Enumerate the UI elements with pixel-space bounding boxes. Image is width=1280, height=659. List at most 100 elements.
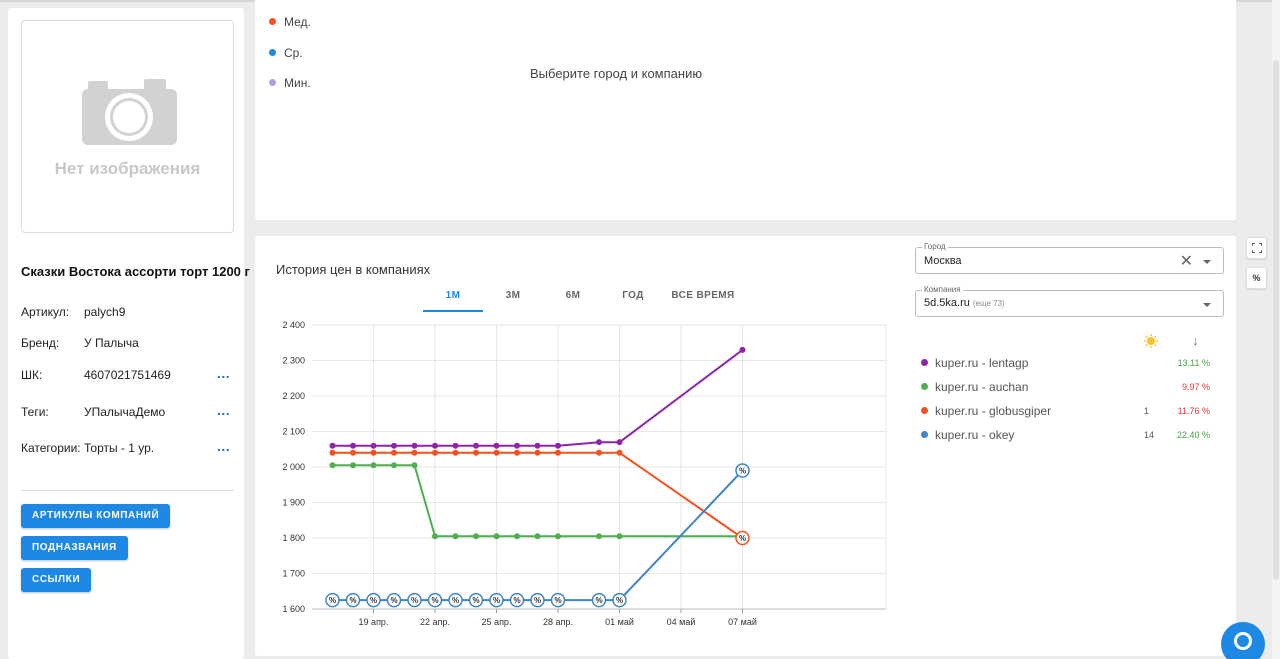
- empty-state-message: Выберите город и компанию: [530, 66, 703, 81]
- data-point: [452, 533, 459, 540]
- company-count: 14: [1144, 430, 1155, 440]
- data-point: [432, 442, 438, 449]
- property-value: palych9: [84, 305, 126, 319]
- y-tick-label: 1 600: [282, 604, 305, 614]
- data-point: [514, 442, 520, 449]
- active-tab-indicator: [423, 310, 483, 312]
- company-name: kuper.ru - okey: [935, 428, 1015, 442]
- data-point: [616, 449, 623, 456]
- percent-toggle-button[interactable]: %: [1246, 267, 1267, 289]
- data-point: [596, 449, 602, 456]
- clear-icon[interactable]: ✕: [1180, 251, 1193, 271]
- data-point: [391, 442, 397, 449]
- sun-icon[interactable]: [1144, 334, 1158, 348]
- legend-item-min: Мин.: [269, 76, 311, 90]
- legend-dot: [269, 79, 276, 86]
- x-tick-label: 07 май: [728, 617, 757, 627]
- y-tick-label: 2 400: [282, 320, 305, 330]
- fullscreen-icon: [1250, 242, 1263, 254]
- company-color-dot: [921, 431, 928, 438]
- tab-1m[interactable]: 1М: [423, 290, 483, 312]
- barcode-more-button[interactable]: ...: [217, 365, 230, 381]
- x-tick-label: 25 апр.: [482, 617, 512, 627]
- chevron-down-icon[interactable]: [1203, 303, 1211, 307]
- promo-marker-label: %: [739, 467, 746, 476]
- legend-label: Мин.: [284, 76, 311, 90]
- company-percent: 9.97 %: [1181, 382, 1210, 392]
- links-button[interactable]: ССЫЛКИ: [21, 568, 92, 592]
- chat-button[interactable]: [1221, 622, 1265, 659]
- city-select[interactable]: Город Москва ✕: [915, 242, 1224, 274]
- company-percent: 22.40 %: [1176, 430, 1210, 440]
- data-point: [329, 462, 336, 469]
- tab-6m[interactable]: 6М: [543, 290, 603, 312]
- tab-year[interactable]: ГОД: [603, 290, 663, 312]
- promo-marker-label: %: [513, 596, 520, 605]
- company-color-dot: [921, 359, 928, 366]
- data-point: [350, 462, 356, 469]
- promo-marker-label: %: [329, 596, 336, 605]
- data-point: [596, 439, 602, 446]
- data-point: [493, 449, 500, 456]
- promo-marker-label: %: [431, 596, 438, 605]
- y-tick-label: 2 000: [282, 462, 305, 472]
- data-point: [473, 449, 479, 456]
- data-point: [473, 533, 479, 540]
- data-point: [370, 462, 377, 469]
- data-point: [391, 449, 397, 456]
- camera-icon: [82, 79, 177, 145]
- data-point: [555, 533, 561, 540]
- data-point: [739, 346, 746, 353]
- property-key: Бренд:: [21, 336, 60, 350]
- property-key: Теги:: [21, 405, 49, 419]
- data-point: [411, 449, 418, 456]
- promo-marker-label: %: [411, 596, 418, 605]
- data-point: [350, 449, 356, 456]
- y-tick-label: 1 700: [282, 569, 305, 579]
- property-key: ШК:: [21, 368, 43, 382]
- product-title: Сказки Востока ассорти торт 1200 г: [21, 264, 250, 279]
- categories-more-button[interactable]: ...: [217, 438, 230, 454]
- promo-marker-label: %: [390, 596, 397, 605]
- promo-marker-label: %: [595, 596, 602, 605]
- company-select[interactable]: Компания 5d.5ka.ru (еще 73): [915, 285, 1224, 317]
- company-value-text: 5d.5ka.ru: [924, 297, 970, 309]
- property-value: У Палыча: [84, 336, 139, 350]
- y-tick-label: 2 100: [282, 427, 305, 437]
- data-point: [452, 442, 459, 449]
- product-card: Нет изображения Сказки Востока ассорти т…: [8, 8, 250, 659]
- promo-marker-label: %: [493, 596, 500, 605]
- company-select-label: Компания: [922, 285, 963, 294]
- fullscreen-button[interactable]: [1246, 237, 1267, 259]
- x-tick-label: 01 май: [605, 617, 634, 627]
- company-percent: 13.11 %: [1177, 358, 1210, 368]
- data-point: [616, 533, 623, 540]
- legend-item-median: Мед.: [269, 15, 311, 29]
- x-tick-label: 19 апр.: [359, 617, 389, 627]
- property-value: Торты - 1 ур.: [84, 441, 155, 455]
- legend-item-average: Ср.: [269, 46, 303, 60]
- data-point: [350, 442, 356, 449]
- tab-all-time[interactable]: ВСЕ ВРЕМЯ: [663, 290, 743, 312]
- property-key: Артикул:: [21, 305, 70, 319]
- property-value: 4607021751469: [84, 368, 171, 382]
- data-point: [493, 442, 500, 449]
- promo-marker-label: %: [739, 534, 746, 543]
- y-tick-label: 2 200: [282, 391, 305, 401]
- chart-title: История цен в компаниях: [276, 262, 431, 277]
- legend-label: Мед.: [284, 15, 311, 29]
- company-articles-button[interactable]: АРТИКУЛЫ КОМПАНИЙ: [21, 504, 171, 528]
- legend-dot: [269, 49, 276, 56]
- data-point: [329, 442, 336, 449]
- tags-more-button[interactable]: ...: [217, 402, 230, 418]
- data-point: [555, 449, 561, 456]
- property-value: УПалычаДемо: [84, 405, 166, 419]
- chevron-down-icon[interactable]: [1203, 260, 1211, 264]
- promo-marker-label: %: [370, 596, 377, 605]
- company-color-dot: [921, 383, 928, 390]
- arrow-down-icon[interactable]: ↓: [1192, 333, 1199, 348]
- data-point: [370, 449, 377, 456]
- scrollbar-thumb[interactable]: [1273, 60, 1279, 580]
- tab-3m[interactable]: 3М: [483, 290, 543, 312]
- subnames-button[interactable]: ПОДНАЗВАНИЯ: [21, 536, 128, 560]
